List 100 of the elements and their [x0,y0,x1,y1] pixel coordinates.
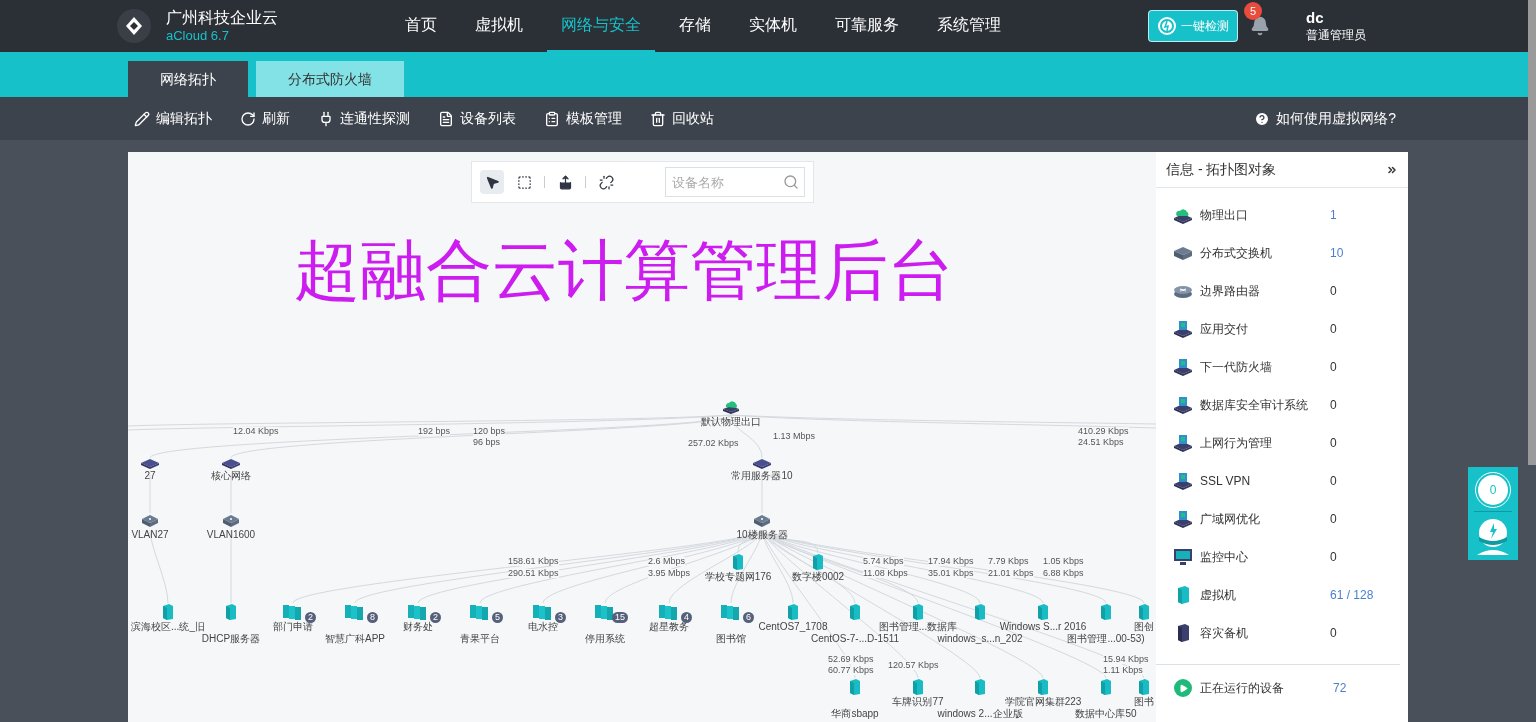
toolbar-action[interactable]: 回收站 [650,108,714,129]
box-icon [516,174,532,190]
switch-icon [141,513,159,529]
toolbar-action[interactable]: 编辑拓扑 [134,108,212,129]
play-icon [1174,679,1192,697]
object-type-label: 应用交付 [1200,321,1249,338]
server-group-icon [658,603,680,621]
rate-label: 1.11 Kbps [1103,666,1143,675]
object-type-label: 上网行为管理 [1200,435,1273,452]
appliance-icon [1172,395,1194,415]
panel-title: 信息 - 拓扑图对象 [1166,160,1277,179]
object-type-label: 物理出口 [1200,207,1249,224]
nav-tab[interactable]: 系统管理 [923,0,1015,52]
node-label: 停用系统 [585,633,625,644]
rate-label: 96 bps [473,438,501,447]
user-role: 普通管理员 [1306,27,1366,43]
count-badge: 15 [612,612,628,623]
rate-label: 5.74 Kbps [863,557,904,566]
overlay-title: 超融合云计算管理后台 [294,237,954,303]
rate-label: 1.13 Mbps [773,432,816,441]
section-tab[interactable]: 分布式防火墙 [256,61,404,97]
rate-label: 2.6 Mbps [648,557,686,566]
server-group-icon [282,603,304,621]
rate-label: 15.94 Kbps [1103,655,1149,664]
node-label: VLAN1600 [206,529,256,540]
server-icon [849,603,861,621]
canvas-tool[interactable] [480,170,504,194]
nav-tab[interactable]: 存储 [665,0,725,52]
node-label: 青果平台 [460,633,500,644]
object-count: 0 [1330,283,1337,300]
rate-label: 12.04 Kbps [233,427,279,436]
running-devices-count: 72 [1333,680,1347,697]
switch-icon [222,513,240,529]
appliance-icon [1172,471,1194,491]
rate-label: 17.94 Kbps [928,557,974,566]
gauge-icon [1157,16,1177,36]
server-icon [1037,678,1049,696]
object-type-label: 广域网优化 [1200,511,1261,528]
search-field[interactable]: 设备名称 [665,167,805,197]
count-badge: 8 [367,612,378,623]
rate-label: 120.57 Kbps [888,661,939,670]
server-group-icon [594,603,616,621]
version-label: aCloud 6.7 [166,27,230,45]
count-badge: 4 [681,612,692,623]
toolbar-action[interactable]: 模板管理 [544,108,622,129]
node-label: 学校专题网176 [704,571,772,582]
count-badge: 2 [305,612,316,623]
switch-icon [221,458,241,470]
section-tab[interactable]: 网络拓扑 [128,61,248,97]
server-icon [1100,678,1112,696]
object-type-label: 容灾备机 [1200,625,1249,642]
node-label: 常用服务器10 [731,470,793,481]
help-link[interactable]: 如何使用虚拟网络? [1254,108,1396,129]
switch-icon [140,458,160,470]
node-label: 图创 [1134,621,1154,632]
list-icon [438,110,454,127]
rate-label: 24.51 Kbps [1078,438,1124,447]
notification-badge: 5 [1244,2,1262,20]
count-badge: 6 [743,612,754,623]
bell-icon[interactable] [1250,16,1270,36]
rate-label: 52.69 Kbps [828,655,874,664]
node-label: 华商sbapp [831,708,879,719]
toolbar-action[interactable]: 设备列表 [438,108,516,129]
node-label: 10楼服务器 [736,529,788,540]
server-group-icon [532,603,554,621]
rate-label: 35.01 Kbps [928,569,974,578]
server-group-icon [407,603,429,621]
nav-tab[interactable]: 实体机 [735,0,811,52]
server-icon [812,553,824,571]
object-count: 61 / 128 [1330,587,1374,604]
object-type-label: 虚拟机 [1200,587,1237,604]
nav-tab[interactable]: 可靠服务 [821,0,913,52]
node-label: 电水控 [528,621,558,632]
rate-label: 6.88 Kbps [1043,569,1084,578]
scrollbar[interactable] [1528,0,1536,465]
appliance-icon [1172,319,1194,339]
node-label: 部门申请 [273,621,313,632]
node-label: CentOS-7-...D-1511 [810,633,900,644]
object-type-label: SSL VPN [1200,473,1252,490]
appliance-icon [1172,357,1194,377]
node-label: 智慧广科APP [325,633,385,644]
server-group-icon [344,603,366,621]
node-label: 学院官网集群223 [1004,696,1082,707]
nav-tab[interactable]: 虚拟机 [461,0,537,52]
toolbar-action[interactable]: 刷新 [240,108,290,129]
appliance-icon [1172,433,1194,453]
node-label: 滨海校区...统_旧 [131,621,205,632]
object-type-label: 边界路由器 [1200,283,1261,300]
toolbar-action[interactable]: 连通性探测 [318,108,410,129]
nav-tab[interactable]: 首页 [391,0,451,52]
count-badge: 3 [555,612,566,623]
server-icon [787,603,799,621]
count-badge: 5 [492,612,503,623]
object-type-label: 监控中心 [1200,549,1249,566]
node-label: VLAN27 [131,529,169,540]
node-label: DHCP服务器 [201,633,261,644]
node-label: 财务处 [403,621,433,632]
trash-icon [650,110,666,127]
server-group-icon [720,603,742,621]
appliance-icon [1172,509,1194,529]
